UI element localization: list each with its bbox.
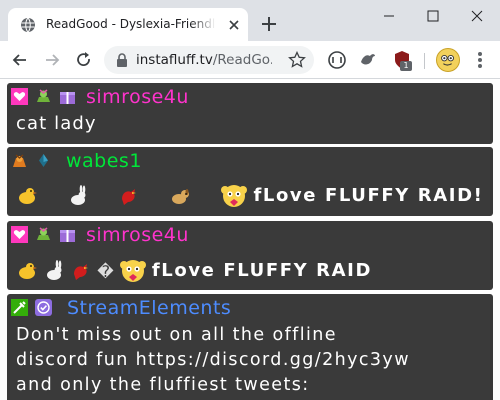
browser-toolbar: instafluff.tv/ReadGo... 1 xyxy=(0,41,500,79)
chat-message: simrose4u � fLove FLUFFY RAID xyxy=(7,221,493,290)
extension-shield[interactable]: 1 xyxy=(392,50,412,71)
verified-badge-icon xyxy=(35,299,53,316)
forward-arrow-icon[interactable] xyxy=(42,50,62,70)
message-content: � fLove FLUFFY RAID xyxy=(16,257,372,287)
message-content: fLove FLUFFY RAID! xyxy=(16,182,483,212)
lock-icon xyxy=(117,53,127,67)
chick-emote-icon xyxy=(19,188,37,204)
moderator-sword-badge-icon xyxy=(11,299,28,316)
bookmark-star-icon[interactable] xyxy=(288,51,306,69)
cheer-badge-icon xyxy=(13,154,26,167)
address-bar[interactable]: instafluff.tv/ReadGo... xyxy=(104,46,314,74)
chat-feed: simrose4u cat lady wabes1 fLove FLUFFY R… xyxy=(0,80,500,400)
username[interactable]: simrose4u xyxy=(86,223,189,247)
rabbit-emote-icon xyxy=(71,185,86,205)
back-arrow-icon[interactable] xyxy=(10,50,30,70)
fluffy-emote-icon xyxy=(221,185,248,207)
extension-bird-icon[interactable] xyxy=(358,50,378,70)
chat-message: wabes1 fLove FLUFFY RAID! xyxy=(7,147,493,216)
message-text: Don't miss out on all the offline discor… xyxy=(16,323,410,398)
sub-gift-badge-icon xyxy=(37,89,51,102)
badge-row xyxy=(11,152,54,170)
reload-icon[interactable] xyxy=(74,50,94,70)
dog-emote-icon xyxy=(172,189,190,204)
active-tab[interactable]: ReadGood - Dyslexia-Friendly Tw xyxy=(8,8,248,41)
badge-row xyxy=(11,226,78,244)
username[interactable]: simrose4u xyxy=(86,85,189,109)
tab-title: ReadGood - Dyslexia-Friendly Tw xyxy=(46,17,216,31)
url-path: /ReadGo... xyxy=(212,52,272,68)
badge-row xyxy=(11,88,78,106)
chat-message: simrose4u cat lady xyxy=(7,83,493,144)
message-text: cat lady xyxy=(16,113,97,134)
heart-badge-icon xyxy=(11,88,28,105)
tab-strip: ReadGood - Dyslexia-Friendly Tw xyxy=(0,0,500,41)
fluffy-emote-icon xyxy=(119,260,146,282)
message-line: discord fun https://discord.gg/2hyc3yw xyxy=(16,350,410,370)
message-line: and only the fluffiest tweets: xyxy=(16,375,310,395)
username[interactable]: wabes1 xyxy=(66,149,142,173)
gift-badge-icon xyxy=(60,92,76,104)
extension-badge: 1 xyxy=(400,61,412,71)
badge-row xyxy=(11,299,54,317)
url-text: instafluff.tv/ReadGo... xyxy=(136,52,272,69)
bits-badge-icon xyxy=(39,154,49,167)
cardinal-emote-icon xyxy=(74,264,89,280)
username[interactable]: StreamElements xyxy=(67,296,231,320)
rabbit-emote-icon xyxy=(47,260,62,280)
message-text: fLove FLUFFY RAID xyxy=(151,260,373,281)
maximize-icon[interactable] xyxy=(418,4,448,28)
message-text: fLove FLUFFY RAID! xyxy=(253,185,484,206)
new-tab-icon[interactable] xyxy=(258,13,280,35)
message-line: Don't miss out on all the offline xyxy=(16,325,337,345)
chat-message: StreamElements Don't miss out on all the… xyxy=(7,294,493,400)
minimize-icon[interactable] xyxy=(374,4,404,28)
profile-avatar[interactable] xyxy=(436,48,460,72)
replacement-glyph: � xyxy=(97,261,114,281)
close-window-icon[interactable] xyxy=(462,4,492,28)
close-tab-icon[interactable] xyxy=(226,17,242,33)
globe-icon xyxy=(21,17,35,33)
gift-badge-icon xyxy=(60,230,76,242)
cardinal-emote-icon xyxy=(122,189,137,205)
avatar-face-icon xyxy=(441,54,454,66)
toolbar-divider xyxy=(424,53,425,69)
extension-face-icon[interactable] xyxy=(327,50,347,70)
url-host: instafluff.tv xyxy=(136,52,213,68)
heart-badge-icon xyxy=(11,226,28,243)
chick-emote-icon xyxy=(19,263,37,279)
sub-gift-badge-icon xyxy=(37,227,51,240)
browser-menu-icon[interactable] xyxy=(478,51,484,69)
